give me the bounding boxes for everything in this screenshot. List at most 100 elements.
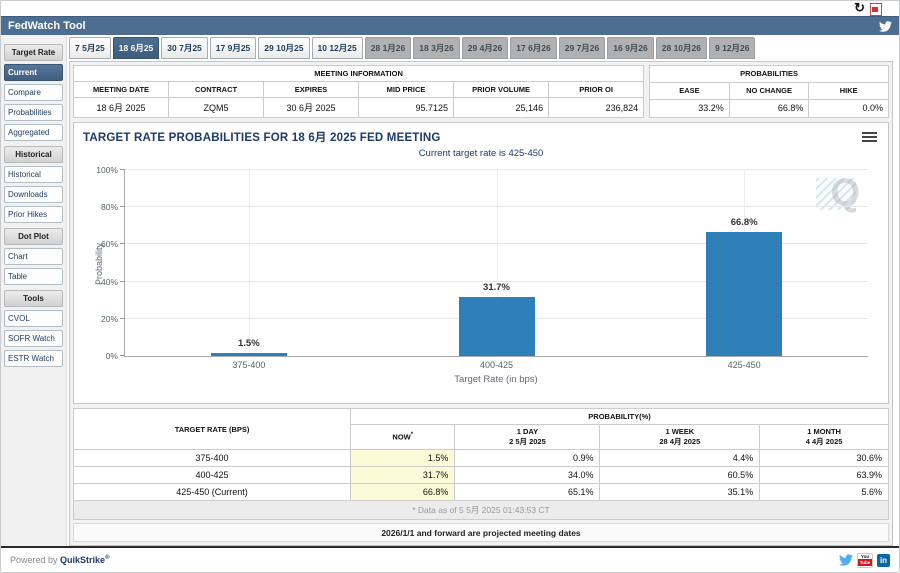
chart-title: TARGET RATE PROBABILITIES FOR 18 6月 2025… [83,129,441,145]
tab-9-12-26[interactable]: 9 12月26 [709,37,756,59]
column-header-expires: EXPIRES [264,82,359,98]
sidebar-item-estr-watch[interactable]: ESTR Watch [4,350,63,367]
sidebar-section-header-tools: Tools [4,290,63,307]
sidebar-item-prior-hikes[interactable]: Prior Hikes [4,206,63,223]
column-header-ease: EASE [650,82,730,99]
probability-cell: 65.1% [455,484,600,501]
y-tick-label: 0% [106,351,118,361]
sidebar-section-header-historical: Historical [4,146,63,163]
tab-10-12-25[interactable]: 10 12月25 [312,37,363,59]
y-tick-label: 80% [101,202,118,212]
y-tick-label: 40% [101,277,118,287]
meeting-date-tabs: 7 5月2518 6月2530 7月2517 9月2529 10月2510 12… [69,37,893,59]
tab-28-10-26[interactable]: 28 10月26 [656,37,707,59]
data-as-of-note: * Data as of 5 5月 2025 01:43:53 CT [74,501,889,520]
x-tick-label: 375-400 [232,360,265,370]
twitter-icon[interactable] [839,553,853,567]
probability-cell: 34.0% [455,467,600,484]
y-tick-label: 100% [96,165,118,175]
tab-18-6-25[interactable]: 18 6月25 [113,37,160,59]
powered-by-text: Powered by [10,555,58,565]
powered-by: Powered by QuikStrike® [10,555,110,565]
x-axis-title: Target Rate (in bps) [124,374,868,385]
bar-425-450 [706,232,782,356]
sidebar-item-compare[interactable]: Compare [4,84,63,101]
column-header-prior-oi: PRIOR OI [549,82,644,98]
pdf-export-icon[interactable] [870,3,882,16]
info-tables-row: MEETING INFORMATIONMEETING DATECONTRACTE… [73,65,889,118]
sidebar-item-table[interactable]: Table [4,268,63,285]
probabilities-group-header: PROBABILITIES [650,66,889,83]
data-as-of-row: * Data as of 5 5月 2025 01:43:53 CT [74,501,889,520]
target-rate-label: 425-450 (Current) [74,484,351,501]
tab-29-10-25[interactable]: 29 10月25 [258,37,309,59]
sidebar-item-current[interactable]: Current [4,64,63,81]
chart-menu-icon[interactable] [862,132,877,144]
column-header-no-change: NO CHANGE [729,82,809,99]
column-header-1-month: 1 MONTH4 4月 2025 [760,425,889,450]
tab-29-7-26[interactable]: 29 7月26 [559,37,606,59]
sidebar-item-cvol[interactable]: CVOL [4,310,63,327]
tab-30-7-25[interactable]: 30 7月25 [161,37,208,59]
probability-cell: 30.6% [760,450,889,467]
plot-area: Probability Q 0%20%40%60%80%100%1.5%375-… [124,170,868,357]
now-probability-cell: 66.8% [351,484,455,501]
y-tick [120,243,125,244]
probability-cell: 60.5% [600,467,760,484]
sidebar-item-downloads[interactable]: Downloads [4,186,63,203]
meeting-info-value-meeting-date: 18 6月 2025 [74,98,169,118]
y-tick [120,169,125,170]
app-title: FedWatch Tool [8,20,86,32]
tab-29-4-26[interactable]: 29 4月26 [462,37,509,59]
sidebar: Target Rate Current Compare Probabilities Ag… [1,35,67,546]
probability-value-no-change: 66.8% [729,99,809,117]
x-tick-label: 400-425 [480,360,513,370]
column-header-prior-volume: PRIOR VOLUME [454,82,549,98]
social-icons: YouTube in [839,553,890,568]
y-tick [120,318,125,319]
tab-18-3-26[interactable]: 18 3月26 [413,37,460,59]
sidebar-item-historical[interactable]: Historical [4,166,63,183]
probability-history-table: TARGET RATE (BPS)PROBABILITY(%)NOW*1 DAY… [73,408,889,520]
tab-7-5-25[interactable]: 7 5月25 [69,37,111,59]
bar-400-425 [459,297,535,356]
meeting-info-value-expires: 30 6月 2025 [264,98,359,118]
tab-28-1-26[interactable]: 28 1月26 [365,37,412,59]
sidebar-item-chart[interactable]: Chart [4,248,63,265]
sidebar-item-aggregated[interactable]: Aggregated [4,124,63,141]
table-row: 400-42531.7%34.0%60.5%63.9% [74,467,889,484]
meeting-info-value-mid-price: 95.7125 [359,98,454,118]
sidebar-item-sofr-watch[interactable]: SOFR Watch [4,330,63,347]
target-rate-label: 400-425 [74,467,351,484]
column-header-now: NOW* [351,425,455,450]
probability-cell: 4.4% [600,450,760,467]
probability-cell: 0.9% [455,450,600,467]
meeting-info-value-prior-oi: 236,824 [549,98,644,118]
refresh-icon[interactable]: ↻ [854,0,865,15]
tab-17-9-25[interactable]: 17 9月25 [210,37,257,59]
chart-panel: TARGET RATE PROBABILITIES FOR 18 6月 2025… [73,122,889,404]
probabilities-summary-table: PROBABILITIESEASENO CHANGEHIKE 33.2%66.8%… [649,65,889,118]
sidebar-section-header-target-rate: Target Rate [4,44,63,61]
now-probability-cell: 1.5% [351,450,455,467]
quikstrike-link[interactable]: QuikStrike® [60,555,109,565]
tab-16-9-26[interactable]: 16 9月26 [607,37,654,59]
column-header-1-week: 1 WEEK28 4月 2025 [600,425,760,450]
y-tick-label: 20% [101,314,118,324]
column-header-meeting-date: MEETING DATE [74,82,169,98]
probability-value-ease: 33.2% [650,99,730,117]
y-tick-label: 60% [101,239,118,249]
sidebar-item-probabilities[interactable]: Probabilities [4,104,63,121]
sidebar-section-header-dot-plot: Dot Plot [4,228,63,245]
top-utility-strip: ↻ [1,1,899,16]
chart-subtitle: Current target rate is 425-450 [74,148,888,159]
bar-value-label: 1.5% [238,338,260,349]
column-header-hike: HIKE [809,82,889,99]
twitter-icon[interactable] [879,20,892,33]
tab-17-6-26[interactable]: 17 6月26 [510,37,557,59]
youtube-icon[interactable]: YouTube [857,553,873,568]
column-header-contract: CONTRACT [169,82,264,98]
linkedin-icon[interactable]: in [877,554,890,567]
meeting-info-value-contract: ZQM5 [169,98,264,118]
column-header-1-day: 1 DAY2 5月 2025 [455,425,600,450]
